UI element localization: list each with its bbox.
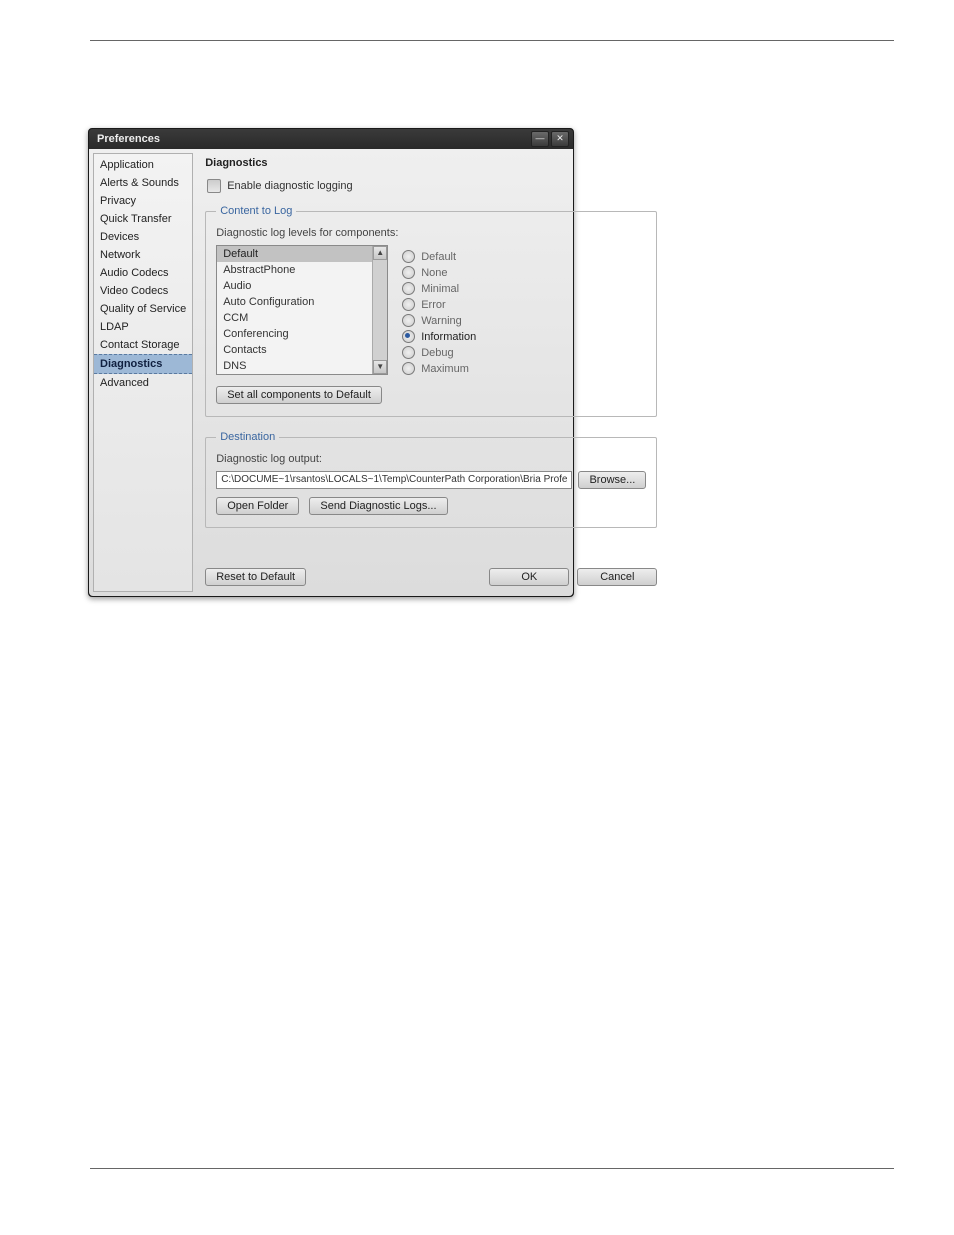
sidebar-item-privacy[interactable]: Privacy [94, 192, 192, 210]
window-title: Preferences [97, 133, 531, 145]
log-level-label: None [421, 267, 447, 279]
titlebar: Preferences — ✕ [89, 129, 573, 149]
enable-diagnostic-logging-label: Enable diagnostic logging [227, 180, 352, 192]
destination-legend: Destination [216, 431, 279, 443]
panel-heading: Diagnostics [205, 157, 657, 169]
dialog-footer: Reset to Default OK Cancel [205, 568, 657, 586]
sidebar-item-advanced[interactable]: Advanced [94, 374, 192, 392]
radio-icon [402, 330, 415, 343]
scroll-up-icon[interactable]: ▲ [373, 246, 387, 260]
destination-group: Destination Diagnostic log output: C:\DO… [205, 431, 657, 528]
log-level-none[interactable]: None [402, 266, 646, 279]
sidebar-item-application[interactable]: Application [94, 156, 192, 174]
sidebar-item-contact-storage[interactable]: Contact Storage [94, 336, 192, 354]
sidebar-item-alerts-sounds[interactable]: Alerts & Sounds [94, 174, 192, 192]
open-folder-button[interactable]: Open Folder [216, 497, 299, 515]
sidebar-item-network[interactable]: Network [94, 246, 192, 264]
content-help-text: Diagnostic log levels for components: [216, 227, 646, 239]
log-level-default[interactable]: Default [402, 250, 646, 263]
ok-button[interactable]: OK [489, 568, 569, 586]
radio-icon [402, 250, 415, 263]
log-level-warning[interactable]: Warning [402, 314, 646, 327]
content-to-log-legend: Content to Log [216, 205, 296, 217]
radio-icon [402, 298, 415, 311]
preferences-dialog: Preferences — ✕ ApplicationAlerts & Soun… [88, 128, 574, 597]
output-label: Diagnostic log output: [216, 453, 646, 465]
output-path-field[interactable]: C:\DOCUME~1\rsantos\LOCALS~1\Temp\Counte… [216, 471, 572, 489]
scroll-down-icon[interactable]: ▼ [373, 360, 387, 374]
log-level-label: Minimal [421, 283, 459, 295]
checkbox-icon [207, 179, 221, 193]
scrollbar[interactable]: ▲ ▼ [372, 246, 387, 374]
radio-icon [402, 362, 415, 375]
component-item[interactable]: DNS [217, 358, 387, 374]
component-item[interactable]: AbstractPhone [217, 262, 387, 278]
cancel-button[interactable]: Cancel [577, 568, 657, 586]
main-panel: Diagnostics Enable diagnostic logging Co… [199, 153, 663, 592]
log-level-error[interactable]: Error [402, 298, 646, 311]
sidebar-item-diagnostics[interactable]: Diagnostics [94, 354, 192, 374]
component-item[interactable]: GUI [217, 374, 387, 375]
set-all-default-button[interactable]: Set all components to Default [216, 386, 382, 404]
log-level-label: Error [421, 299, 445, 311]
log-level-label: Information [421, 331, 476, 343]
sidebar-item-quality-of-service[interactable]: Quality of Service [94, 300, 192, 318]
radio-icon [402, 314, 415, 327]
sidebar-item-video-codecs[interactable]: Video Codecs [94, 282, 192, 300]
minimize-button[interactable]: — [531, 131, 549, 147]
sidebar-item-audio-codecs[interactable]: Audio Codecs [94, 264, 192, 282]
page-rule-top [90, 40, 894, 41]
enable-diagnostic-logging-row[interactable]: Enable diagnostic logging [207, 179, 657, 193]
radio-icon [402, 346, 415, 359]
radio-icon [402, 266, 415, 279]
sidebar-item-devices[interactable]: Devices [94, 228, 192, 246]
sidebar-item-ldap[interactable]: LDAP [94, 318, 192, 336]
component-item[interactable]: Default [217, 246, 387, 262]
component-item[interactable]: Auto Configuration [217, 294, 387, 310]
radio-icon [402, 282, 415, 295]
log-level-radios: Default None Minimal Error Warning Informatio… [402, 245, 646, 378]
log-level-information[interactable]: Information [402, 330, 646, 343]
send-logs-button[interactable]: Send Diagnostic Logs... [309, 497, 447, 515]
component-item[interactable]: Contacts [217, 342, 387, 358]
close-button[interactable]: ✕ [551, 131, 569, 147]
browse-button[interactable]: Browse... [578, 471, 646, 489]
sidebar-item-quick-transfer[interactable]: Quick Transfer [94, 210, 192, 228]
log-level-label: Maximum [421, 363, 469, 375]
log-level-label: Warning [421, 315, 462, 327]
component-item[interactable]: CCM [217, 310, 387, 326]
log-level-maximum[interactable]: Maximum [402, 362, 646, 375]
reset-default-button[interactable]: Reset to Default [205, 568, 306, 586]
component-item[interactable]: Audio [217, 278, 387, 294]
log-level-label: Debug [421, 347, 453, 359]
log-level-label: Default [421, 251, 456, 263]
log-level-minimal[interactable]: Minimal [402, 282, 646, 295]
component-item[interactable]: Conferencing [217, 326, 387, 342]
sidebar: ApplicationAlerts & SoundsPrivacyQuick T… [93, 153, 193, 592]
components-listbox[interactable]: DefaultAbstractPhoneAudioAuto Configurat… [216, 245, 388, 375]
page-rule-bottom [90, 1168, 894, 1169]
content-to-log-group: Content to Log Diagnostic log levels for… [205, 205, 657, 417]
log-level-debug[interactable]: Debug [402, 346, 646, 359]
